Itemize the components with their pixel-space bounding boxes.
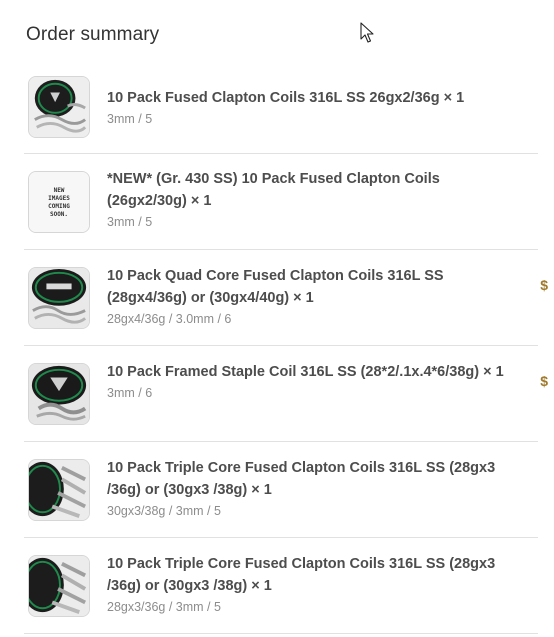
order-item-quantity: × 1 <box>443 90 465 106</box>
order-item[interactable]: 10 Pack Triple Core Fused Clapton Coils … <box>24 442 538 538</box>
order-item[interactable]: NEW IMAGES COMING SOON. *NEW* (Gr. 430 S… <box>24 154 538 250</box>
order-item-title: 10 Pack Fused Clapton Coils 316L SS 26gx… <box>107 90 465 106</box>
order-item-quantity: × 1 <box>293 290 314 306</box>
order-item[interactable]: 10 Pack Quad Core Fused Clapton Coils 31… <box>24 250 548 346</box>
order-summary-heading: Order summary <box>26 24 160 45</box>
order-item-info: *NEW* (Gr. 430 SS) 10 Pack Fused Clapton… <box>107 168 517 231</box>
order-item[interactable]: 10 Pack Fused Clapton Coils 316L SS 26gx… <box>24 58 538 154</box>
order-item-price: $ <box>540 373 548 389</box>
order-item-info: 10 Pack Fused Clapton Coils 316L SS 26gx… <box>107 87 517 128</box>
order-item-info: 10 Pack Triple Core Fused Clapton Coils … <box>107 553 517 616</box>
order-item-title: 10 Pack Framed Staple Coil 316L SS (28*2… <box>107 364 504 380</box>
product-thumbnail: NEW IMAGES COMING SOON. <box>28 171 90 233</box>
order-item-title: 10 Pack Quad Core Fused Clapton Coils 31… <box>107 268 444 306</box>
order-item-variant: 30gx3/38g / 3mm / 5 <box>107 504 221 518</box>
order-item-variant: 3mm / 6 <box>107 386 153 400</box>
product-thumbnail <box>28 363 90 425</box>
coil-tin-icon <box>29 268 89 328</box>
order-item-title: *NEW* (Gr. 430 SS) 10 Pack Fused Clapton… <box>107 171 440 209</box>
order-item-info: 10 Pack Triple Core Fused Clapton Coils … <box>107 457 517 520</box>
order-item-title: 10 Pack Triple Core Fused Clapton Coils … <box>107 556 496 594</box>
order-item-info: 10 Pack Quad Core Fused Clapton Coils 31… <box>107 265 517 328</box>
product-thumbnail <box>28 555 90 617</box>
order-items-list: 10 Pack Fused Clapton Coils 316L SS 26gx… <box>24 58 548 634</box>
order-item-quantity: × 1 <box>190 193 212 209</box>
placeholder-text: NEW IMAGES COMING SOON. <box>48 187 70 218</box>
order-item-quantity: × 1 <box>251 482 272 498</box>
order-item[interactable]: 10 Pack Triple Core Fused Clapton Coils … <box>24 538 538 634</box>
order-item-info: 10 Pack Framed Staple Coil 316L SS (28*2… <box>107 361 517 402</box>
order-item-quantity: × 1 <box>483 364 504 380</box>
product-thumbnail <box>28 76 90 138</box>
coil-tin-icon <box>29 364 89 424</box>
order-item-title: 10 Pack Triple Core Fused Clapton Coils … <box>107 460 496 498</box>
order-item-quantity: × 1 <box>251 578 272 594</box>
coil-tin-icon <box>29 460 89 520</box>
product-thumbnail <box>28 459 90 521</box>
order-item-variant: 28gx3/36g / 3mm / 5 <box>107 600 221 614</box>
coil-tin-icon <box>29 556 89 616</box>
order-item-variant: 3mm / 5 <box>107 112 153 126</box>
order-item-variant: 3mm / 5 <box>107 215 153 229</box>
order-item[interactable]: 10 Pack Framed Staple Coil 316L SS (28*2… <box>24 346 548 442</box>
mouse-cursor-icon <box>360 22 374 43</box>
product-thumbnail <box>28 267 90 329</box>
order-summary-page: Order summary 10 Pack Fused Clapton Coil… <box>0 0 554 637</box>
coil-tin-icon <box>29 77 89 137</box>
order-item-price: $ <box>540 277 548 293</box>
order-item-variant: 28gx4/36g / 3.0mm / 6 <box>107 312 232 326</box>
